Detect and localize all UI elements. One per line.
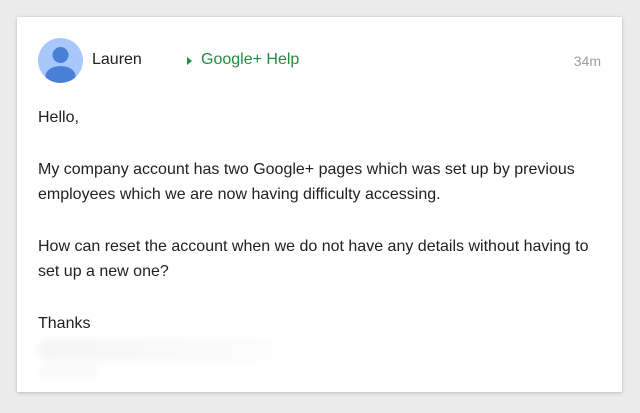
post-paragraph: My company account has two Google+ pages… (38, 161, 575, 203)
author-name[interactable]: Lauren (92, 50, 142, 70)
community-name[interactable]: Google+ Help (201, 50, 299, 70)
redacted-region (38, 365, 98, 377)
avatar[interactable] (38, 38, 83, 83)
post-timestamp: 34m (573, 53, 601, 69)
post-card: Lauren Google+ Help 34m Hello, My compan… (17, 17, 622, 392)
triangle-right-icon (187, 56, 192, 65)
community-link[interactable]: Google+ Help (187, 50, 299, 70)
redacted-region (38, 339, 308, 361)
person-icon (45, 47, 76, 83)
post-body: Hello, My company account has two Google… (38, 105, 598, 363)
post-greeting: Hello, (38, 109, 79, 126)
post-paragraph: How can reset the account when we do not… (38, 238, 589, 280)
post-signoff: Thanks (38, 315, 91, 332)
